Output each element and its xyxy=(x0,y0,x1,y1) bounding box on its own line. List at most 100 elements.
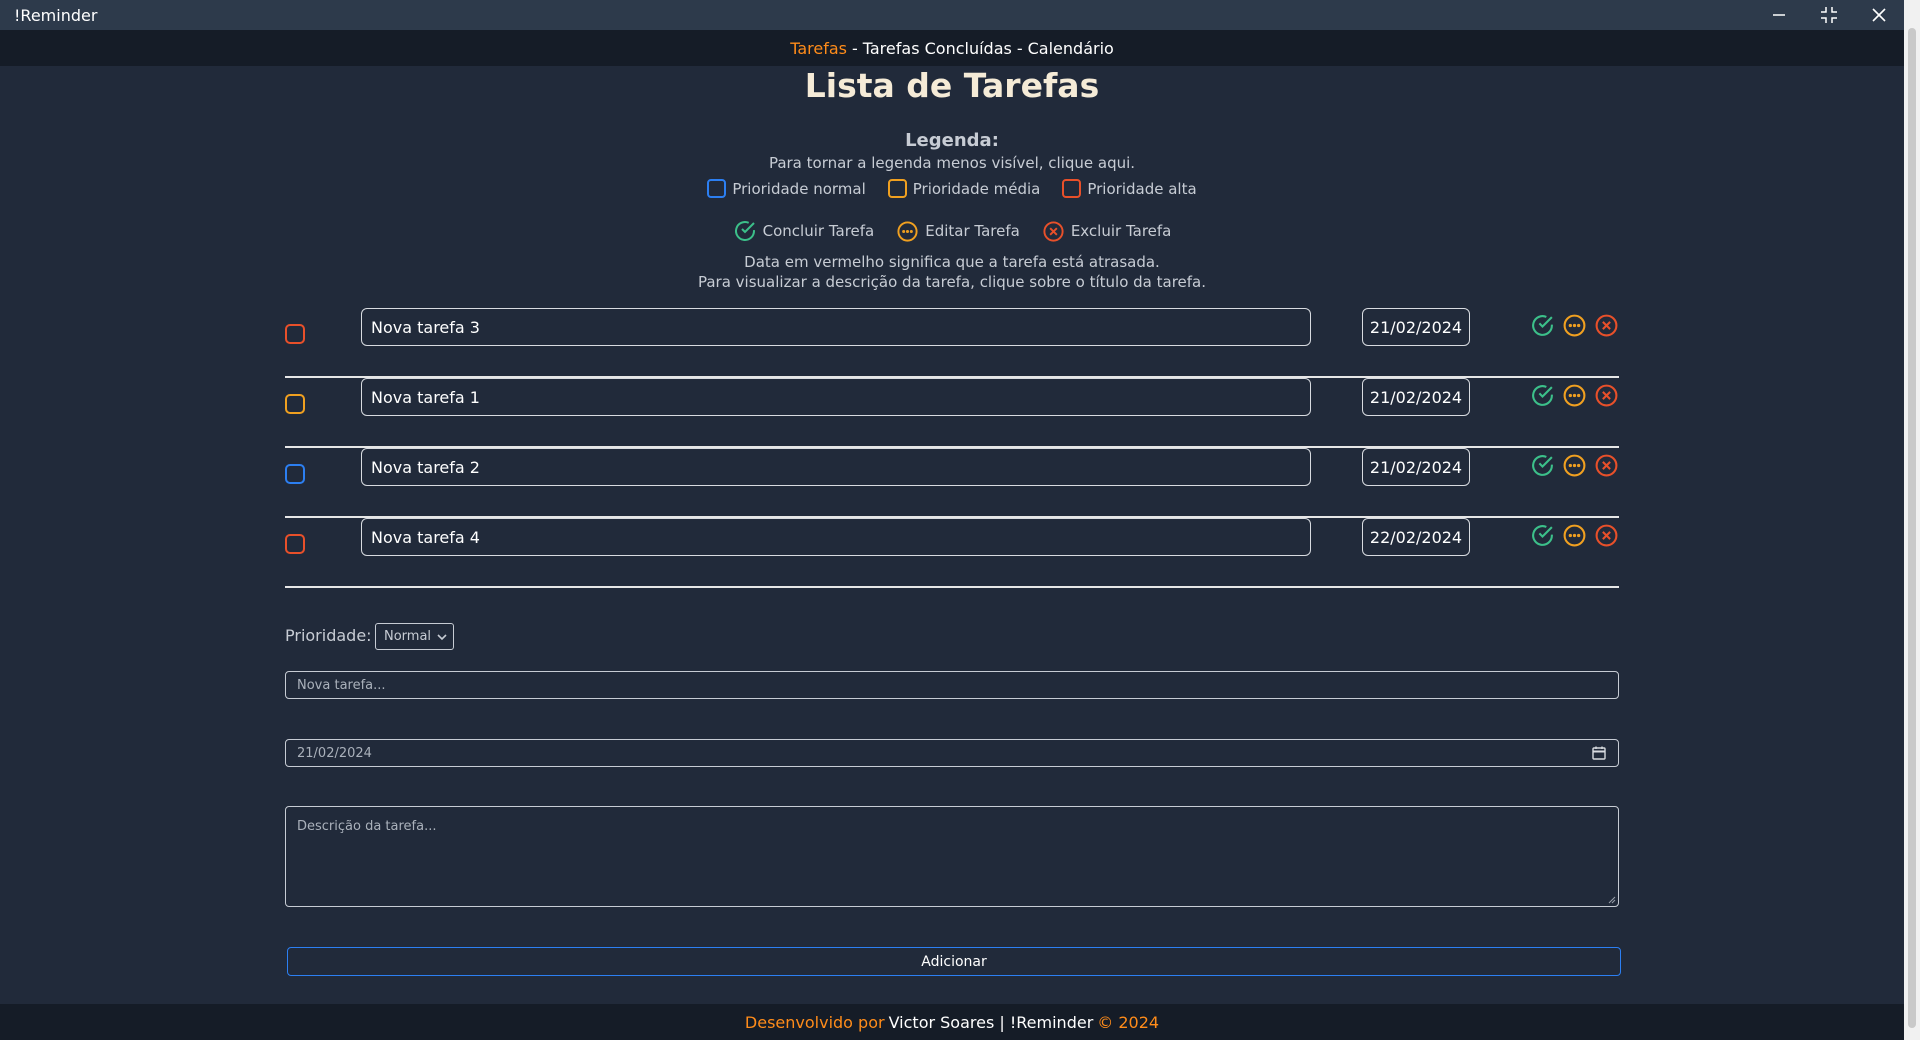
edit-task-button[interactable] xyxy=(1562,313,1587,338)
page-title: Lista de Tarefas xyxy=(804,66,1100,105)
nav-completed-link[interactable]: Tarefas Concluídas xyxy=(863,39,1012,58)
scrollbar[interactable] xyxy=(1904,0,1920,1040)
priority-high-icon xyxy=(1062,179,1082,198)
main-content: Lista de Tarefas Legenda: Para tornar a … xyxy=(0,66,1904,1002)
legend-label: Excluir Tarefa xyxy=(1070,222,1172,240)
task-title[interactable]: Nova tarefa 2 xyxy=(361,448,1311,486)
nav-tasks-link[interactable]: Tarefas xyxy=(790,39,847,58)
x-circle-icon xyxy=(1595,314,1618,337)
more-circle-icon xyxy=(1563,454,1586,477)
legend-actions: Concluir Tarefa Editar Tarefa Excluir Ta… xyxy=(0,219,1904,243)
task-actions xyxy=(1530,313,1619,338)
legend-label: Prioridade normal xyxy=(732,179,866,198)
legend-delete: Excluir Tarefa xyxy=(1042,220,1172,243)
task-date: 22/02/2024 xyxy=(1362,518,1470,556)
restore-button[interactable] xyxy=(1804,0,1854,30)
legend-priorities: Prioridade normal Prioridade média Prior… xyxy=(0,179,1904,198)
x-circle-icon xyxy=(1595,524,1618,547)
task-row: Nova tarefa 1 21/02/2024 xyxy=(285,378,1619,448)
x-circle-icon xyxy=(1043,220,1064,242)
minimize-button[interactable] xyxy=(1754,0,1804,30)
chevron-down-icon xyxy=(437,633,447,640)
task-description-placeholder: Descrição da tarefa... xyxy=(297,819,437,834)
task-date: 21/02/2024 xyxy=(1362,308,1470,346)
priority-high-icon xyxy=(285,534,305,554)
more-circle-icon xyxy=(897,220,918,242)
priority-normal-icon xyxy=(707,179,727,198)
legend-toggle-link[interactable]: Para tornar a legenda menos visível, cli… xyxy=(0,154,1904,172)
nav-calendar-link[interactable]: Calendário xyxy=(1028,39,1114,58)
delete-task-button[interactable] xyxy=(1594,523,1619,548)
legend-label: Editar Tarefa xyxy=(925,222,1020,240)
calendar-icon[interactable] xyxy=(1592,746,1606,760)
footer: Desenvolvido por Victor Soares | !Remind… xyxy=(0,1004,1904,1040)
footer-copyright: © 2024 xyxy=(1097,1012,1160,1032)
legend-priority-medium: Prioridade média xyxy=(887,179,1041,198)
scrollbar-thumb[interactable] xyxy=(1908,28,1916,1028)
legend-label: Prioridade alta xyxy=(1087,179,1197,198)
task-title-input[interactable]: Nova tarefa... xyxy=(285,671,1619,699)
priority-normal-icon xyxy=(285,464,305,484)
info-description: Para visualizar a descrição da tarefa, c… xyxy=(697,273,1206,291)
delete-task-button[interactable] xyxy=(1594,453,1619,478)
check-circle-icon xyxy=(1532,315,1553,336)
info-overdue: Data em vermelho significa que a tarefa … xyxy=(744,253,1160,271)
x-circle-icon xyxy=(1595,384,1618,407)
more-circle-icon xyxy=(1563,314,1586,337)
edit-task-button[interactable] xyxy=(1562,523,1587,548)
task-title[interactable]: Nova tarefa 1 xyxy=(361,378,1311,416)
legend-complete: Concluir Tarefa xyxy=(733,219,874,243)
task-title[interactable]: Nova tarefa 3 xyxy=(361,308,1311,346)
complete-task-button[interactable] xyxy=(1530,383,1555,408)
complete-task-button[interactable] xyxy=(1530,313,1555,338)
priority-medium-icon xyxy=(285,394,305,414)
legend-priority-normal: Prioridade normal xyxy=(707,179,866,198)
legend-priority-high: Prioridade alta xyxy=(1062,179,1197,198)
priority-high-icon xyxy=(285,324,305,344)
window-controls xyxy=(1754,0,1904,30)
complete-task-button[interactable] xyxy=(1530,453,1555,478)
priority-select-value: Normal xyxy=(384,629,432,644)
nav-separator: - xyxy=(851,38,858,58)
restore-icon xyxy=(1821,7,1837,23)
task-description-input[interactable]: Descrição da tarefa... xyxy=(285,806,1619,907)
legend-label: Prioridade média xyxy=(912,179,1041,198)
task-date: 21/02/2024 xyxy=(1362,448,1470,486)
app-title: !Reminder xyxy=(14,5,98,25)
check-circle-icon xyxy=(1532,385,1553,406)
task-actions xyxy=(1530,383,1619,408)
title-bar: !Reminder xyxy=(0,0,1904,30)
more-circle-icon xyxy=(1563,384,1586,407)
add-task-button[interactable]: Adicionar xyxy=(287,947,1621,976)
resize-grip-icon[interactable] xyxy=(1608,896,1616,904)
task-actions xyxy=(1530,523,1619,548)
complete-task-button[interactable] xyxy=(1530,523,1555,548)
check-circle-icon xyxy=(1532,525,1553,546)
close-button[interactable] xyxy=(1854,0,1904,30)
task-row: Nova tarefa 3 21/02/2024 xyxy=(285,308,1619,378)
edit-task-button[interactable] xyxy=(1562,383,1587,408)
nav-separator: - xyxy=(1016,38,1023,58)
more-circle-icon xyxy=(1563,524,1586,547)
footer-author: Victor Soares | !Reminder xyxy=(888,1012,1094,1032)
legend-title: Legenda: xyxy=(905,130,999,151)
task-date: 21/02/2024 xyxy=(1362,378,1470,416)
delete-task-button[interactable] xyxy=(1594,313,1619,338)
task-date-input[interactable]: 21/02/2024 xyxy=(285,739,1619,767)
close-icon xyxy=(1872,8,1886,22)
x-circle-icon xyxy=(1595,454,1618,477)
task-actions xyxy=(1530,453,1619,478)
priority-medium-icon xyxy=(887,179,907,198)
task-title-placeholder: Nova tarefa... xyxy=(297,677,386,693)
footer-prefix: Desenvolvido por xyxy=(744,1012,885,1032)
delete-task-button[interactable] xyxy=(1594,383,1619,408)
task-row: Nova tarefa 2 21/02/2024 xyxy=(285,448,1619,518)
legend-edit: Editar Tarefa xyxy=(896,220,1020,243)
task-row: Nova tarefa 4 22/02/2024 xyxy=(285,518,1619,588)
task-date-value: 21/02/2024 xyxy=(297,745,372,761)
priority-select[interactable]: Normal xyxy=(375,623,454,650)
check-circle-icon xyxy=(734,221,755,241)
nav-bar: Tarefas - Tarefas Concluídas - Calendári… xyxy=(0,30,1904,66)
task-title[interactable]: Nova tarefa 4 xyxy=(361,518,1311,556)
edit-task-button[interactable] xyxy=(1562,453,1587,478)
